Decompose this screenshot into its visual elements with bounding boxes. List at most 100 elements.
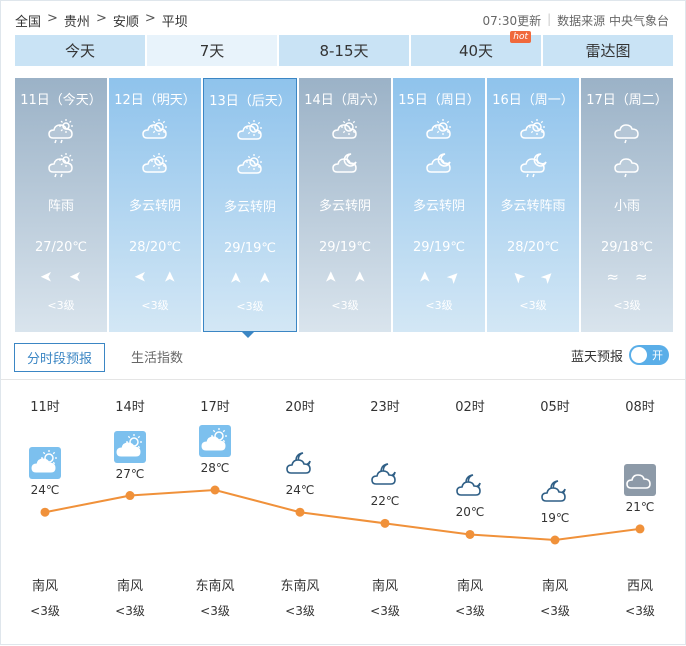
wind-level: <3级 bbox=[47, 299, 75, 312]
temperature-point bbox=[465, 529, 475, 539]
wind-direction: 南风 bbox=[31, 579, 58, 594]
hour-time: 05时 bbox=[540, 400, 570, 415]
blue-sky-toggle[interactable]: 开 bbox=[629, 345, 669, 365]
hour-time: 02时 bbox=[455, 400, 485, 415]
daily-forecast: 11日（今天） 阵雨 27/20℃ ➤ ➤ <3级 12日（明天） 多云转阴 28/… bbox=[15, 78, 673, 332]
wind-direction: 南风 bbox=[371, 579, 398, 594]
partly-cloudy-night-icon bbox=[454, 469, 486, 501]
partly-cloudy-icon bbox=[236, 153, 264, 179]
hour-temperature: 24℃ bbox=[285, 483, 315, 498]
day-card[interactable]: 13日（后天） 多云转阴 29/19℃ ➤ ➤ <3级 bbox=[203, 78, 297, 332]
wind-directions: ➤ ➤ bbox=[204, 269, 296, 287]
forecast-tabs: 今天 7天 8-15天 40天 hot 雷达图 bbox=[15, 31, 673, 66]
hour-temperature: 19℃ bbox=[540, 511, 570, 525]
day-card[interactable]: 11日（今天） 阵雨 27/20℃ ➤ ➤ <3级 bbox=[15, 78, 107, 332]
temperature-range: 29/19℃ bbox=[318, 240, 372, 255]
wind-direction-icon: ➤ bbox=[415, 270, 434, 284]
wind-directions: ≈ ≈ bbox=[581, 268, 673, 286]
hour-time: 17时 bbox=[200, 400, 230, 415]
breadcrumb: 全国 > 贵州 > 安顺 > 平坝 bbox=[15, 11, 188, 30]
partly-cloudy-icon bbox=[425, 118, 453, 144]
temperature-point bbox=[380, 518, 390, 528]
day-title: 17日（周二） bbox=[586, 93, 668, 108]
wind-direction-icon: ≈ bbox=[606, 268, 619, 286]
hour-temperature: 24℃ bbox=[30, 483, 60, 498]
wind-directions: ➤ ➤ bbox=[487, 266, 579, 288]
wind-level: <3级 bbox=[331, 299, 359, 312]
partly-cloudy-icon bbox=[519, 118, 547, 144]
update-info: 07:30更新 | 数据来源 中央气象台 bbox=[483, 12, 669, 29]
wind-direction-icon: ➤ bbox=[160, 270, 179, 284]
update-time: 07:30更新 bbox=[482, 14, 542, 28]
temperature-range: 28/20℃ bbox=[128, 240, 182, 255]
partly-cloudy-icon bbox=[141, 152, 169, 178]
partly-cloudy-night-icon bbox=[539, 475, 571, 507]
sub-tabs: 分时段预报 生活指数 bbox=[14, 343, 195, 372]
breadcrumb-separator: > bbox=[144, 11, 156, 26]
tab-label: 40天 bbox=[458, 42, 494, 60]
breadcrumb-item-county: 平坝 bbox=[161, 15, 188, 30]
wind-direction: 西风 bbox=[626, 579, 653, 594]
partly-cloudy-icon bbox=[236, 119, 264, 145]
wind-level: <3级 bbox=[540, 604, 570, 618]
day-card[interactable]: 16日（周一） 多云转阵雨 28/20℃ ➤ ➤ <3级 bbox=[487, 78, 579, 332]
temperature-point bbox=[125, 491, 135, 501]
wind-direction-icon: ➤ bbox=[255, 271, 274, 285]
day-card[interactable]: 14日（周六） 多云转阴 29/19℃ ➤ ➤ <3级 bbox=[299, 78, 391, 332]
wind-direction: 南风 bbox=[541, 579, 568, 594]
tab-7-days[interactable]: 7天 bbox=[147, 35, 277, 66]
hour-temperature: 27℃ bbox=[115, 466, 145, 481]
wind-direction: 东南风 bbox=[195, 579, 235, 594]
wind-level: <3级 bbox=[370, 604, 400, 618]
day-title: 11日（今天） bbox=[20, 93, 102, 108]
light-rain-icon bbox=[613, 152, 641, 178]
partly-cloudy-night-icon bbox=[284, 447, 316, 479]
partly-cloudy-day-icon bbox=[29, 447, 61, 480]
wind-directions: ➤ ➤ bbox=[299, 268, 391, 286]
tab-8-15-days[interactable]: 8-15天 bbox=[279, 35, 409, 66]
wind-direction: 东南风 bbox=[280, 579, 320, 594]
day-card[interactable]: 17日（周二） 小雨 29/18℃ ≈ ≈ <3级 bbox=[581, 78, 673, 332]
temperature-range: 28/20℃ bbox=[506, 240, 560, 255]
temperature-point bbox=[210, 485, 220, 495]
hot-badge: hot bbox=[510, 31, 531, 43]
temperature-range: 29/18℃ bbox=[600, 240, 654, 255]
temperature-range: 29/19℃ bbox=[223, 241, 277, 256]
light-rain-icon bbox=[613, 118, 641, 144]
wind-level: <3级 bbox=[625, 604, 655, 618]
day-title: 13日（后天） bbox=[209, 94, 291, 109]
wind-directions: ➤ ➤ bbox=[109, 268, 201, 286]
hour-temperature: 22℃ bbox=[370, 494, 400, 509]
day-card[interactable]: 12日（明天） 多云转阴 28/20℃ ➤ ➤ <3级 bbox=[109, 78, 201, 332]
hour-time: 20时 bbox=[285, 400, 315, 415]
breadcrumb-item-city[interactable]: 安顺 bbox=[113, 11, 139, 30]
tab-hourly-forecast[interactable]: 分时段预报 bbox=[14, 343, 106, 372]
weather-description: 多云转阴 bbox=[128, 199, 181, 214]
shower-icon bbox=[47, 152, 75, 178]
temperature-point bbox=[550, 535, 560, 545]
day-title: 14日（周六） bbox=[304, 93, 386, 108]
partly-cloudy-icon bbox=[141, 118, 169, 144]
wind-level: <3级 bbox=[285, 604, 315, 618]
wind-direction-icon: ➤ bbox=[134, 268, 147, 286]
tab-radar[interactable]: 雷达图 bbox=[543, 35, 673, 66]
temperature-range: 29/19℃ bbox=[412, 240, 466, 255]
temperature-range: 27/20℃ bbox=[34, 240, 88, 255]
wind-direction-icon: ➤ bbox=[442, 266, 465, 288]
breadcrumb-item-country[interactable]: 全国 bbox=[15, 11, 41, 30]
temperature-point bbox=[295, 507, 305, 517]
wind-direction-icon: ➤ bbox=[69, 268, 82, 286]
breadcrumb-item-province[interactable]: 贵州 bbox=[64, 11, 90, 30]
divider: | bbox=[547, 12, 552, 26]
tab-label: 7天 bbox=[199, 42, 225, 60]
blue-sky-label: 蓝天预报 bbox=[570, 349, 623, 365]
wind-direction-icon: ≈ bbox=[635, 268, 648, 286]
tab-today[interactable]: 今天 bbox=[15, 35, 145, 66]
weather-widget: 全国 > 贵州 > 安顺 > 平坝 07:30更新 | 数据来源 中央气象台 今… bbox=[0, 0, 686, 645]
day-card[interactable]: 15日（周日） 多云转阴 29/19℃ ➤ ➤ <3级 bbox=[393, 78, 485, 332]
tab-40-days[interactable]: 40天 hot bbox=[411, 31, 541, 66]
wind-directions: ➤ ➤ bbox=[15, 268, 107, 286]
partly-cloudy-day-icon bbox=[114, 430, 146, 463]
tab-life-index[interactable]: 生活指数 bbox=[119, 343, 195, 372]
wind-direction-icon: ➤ bbox=[321, 270, 340, 284]
